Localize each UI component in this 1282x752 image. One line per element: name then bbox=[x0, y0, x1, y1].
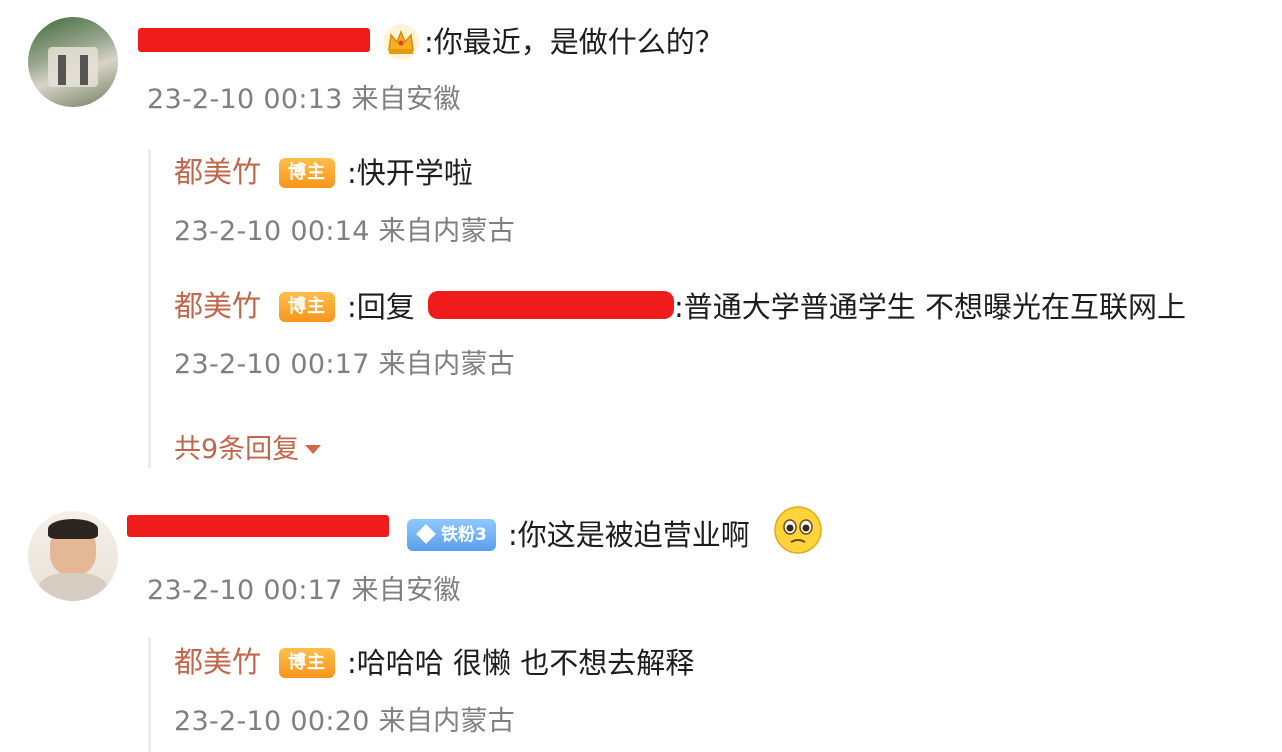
tearful-face-icon bbox=[773, 505, 823, 555]
blogger-badge: 博主 bbox=[279, 648, 335, 678]
reply-meta: 23-2-10 00:17 来自内蒙古 bbox=[174, 349, 516, 380]
redacted-mention bbox=[428, 291, 674, 319]
reply-text: :快开学啦 bbox=[347, 156, 473, 190]
comment-text: :你最近，是做什么的？ bbox=[424, 25, 724, 59]
crown-icon bbox=[381, 22, 421, 62]
reply-text: :普通大学普通学生 不想曝光在互联网上 bbox=[674, 290, 1186, 324]
reply-author[interactable]: 都美竹 bbox=[174, 158, 261, 187]
redacted-username bbox=[127, 515, 389, 537]
comment-meta: 23-2-10 00:13 来自安徽 bbox=[147, 84, 461, 115]
reply-thread-line bbox=[148, 150, 151, 468]
reply-meta: 23-2-10 00:14 来自内蒙古 bbox=[174, 216, 516, 247]
commenter-avatar[interactable] bbox=[28, 17, 118, 107]
fan-badge-label: 铁粉3 bbox=[441, 525, 487, 545]
comment-text: :你这是被迫营业啊 bbox=[508, 518, 750, 552]
blogger-badge: 博主 bbox=[279, 292, 335, 322]
redacted-username bbox=[138, 28, 370, 52]
comment-meta: 23-2-10 00:17 来自安徽 bbox=[147, 575, 461, 606]
fan-badge: 铁粉3 bbox=[407, 519, 496, 551]
commenter-avatar[interactable] bbox=[28, 511, 118, 601]
blogger-badge: 博主 bbox=[279, 158, 335, 188]
reply-prefix: :回复 bbox=[347, 290, 415, 324]
caret-down-icon bbox=[305, 445, 322, 454]
reply-text: :哈哈哈 很懒 也不想去解释 bbox=[347, 646, 695, 680]
diamond-icon bbox=[416, 524, 436, 544]
reply-author[interactable]: 都美竹 bbox=[174, 292, 261, 321]
reply-author[interactable]: 都美竹 bbox=[174, 648, 261, 677]
more-replies-link[interactable]: 共9条回复 bbox=[174, 427, 322, 466]
reply-meta: 23-2-10 00:20 来自内蒙古 bbox=[174, 706, 516, 737]
reply-count-label: 共9条回复 bbox=[174, 434, 300, 465]
reply-thread-line bbox=[148, 638, 151, 752]
